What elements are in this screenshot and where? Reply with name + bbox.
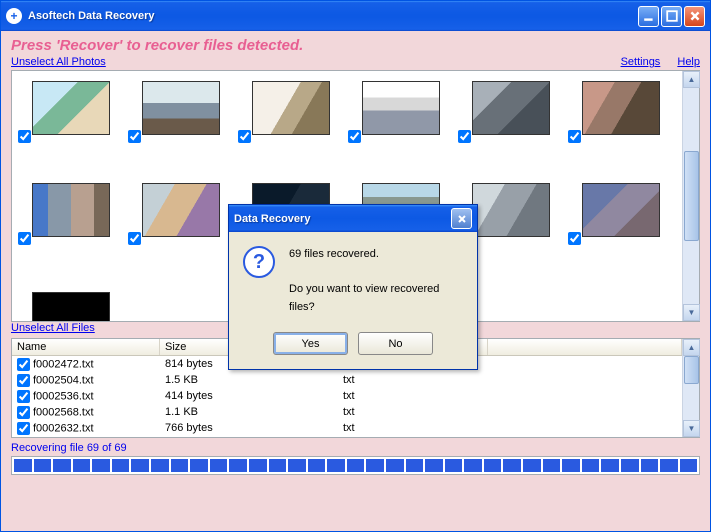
file-checkbox[interactable] <box>17 374 30 387</box>
status-text: Recovering file 69 of 69 <box>11 442 700 454</box>
thumbnail-image <box>142 81 220 135</box>
file-name: f0002568.txt <box>33 406 94 418</box>
dialog-line1: 69 files recovered. <box>289 246 463 264</box>
question-icon: ? <box>243 246 275 278</box>
file-size: 766 bytes <box>162 422 340 434</box>
file-name: f0002472.txt <box>33 358 94 370</box>
photo-item[interactable] <box>568 183 674 253</box>
file-name: f0002536.txt <box>33 390 94 402</box>
file-ext: txt <box>340 390 490 402</box>
photo-item[interactable] <box>348 81 454 151</box>
minimize-button[interactable] <box>638 6 659 27</box>
thumbnail-image <box>32 183 110 237</box>
instruction-text: Press 'Recover' to recover files detecte… <box>11 37 700 54</box>
photo-checkbox[interactable] <box>568 232 581 245</box>
maximize-button[interactable] <box>661 6 682 27</box>
file-size: 414 bytes <box>162 390 340 402</box>
dialog-message: 69 files recovered. Do you want to view … <box>289 246 463 316</box>
photo-checkbox[interactable] <box>568 130 581 143</box>
scroll-up-icon[interactable]: ▲ <box>683 339 700 356</box>
table-row[interactable]: f0002568.txt 1.1 KBtxt <box>12 404 682 420</box>
file-name: f0002504.txt <box>33 374 94 386</box>
photo-scrollbar[interactable]: ▲ ▼ <box>682 71 699 321</box>
table-row[interactable]: f0002632.txt 766 bytestxt <box>12 420 682 436</box>
thumbnail-image <box>32 292 110 321</box>
photo-checkbox[interactable] <box>128 232 141 245</box>
photo-item[interactable] <box>568 81 674 151</box>
no-button[interactable]: No <box>358 332 433 355</box>
content-area: Press 'Recover' to recover files detecte… <box>1 31 710 531</box>
scroll-down-icon[interactable]: ▼ <box>683 304 700 321</box>
file-checkbox[interactable] <box>17 422 30 435</box>
photo-checkbox[interactable] <box>18 232 31 245</box>
dialog-line2: Do you want to view recovered files? <box>289 281 463 316</box>
thumbnail-image <box>252 81 330 135</box>
thumbnail-image <box>582 183 660 237</box>
confirmation-dialog: Data Recovery ? 69 files recovered. Do y… <box>228 204 478 370</box>
file-checkbox[interactable] <box>17 390 30 403</box>
file-checkbox[interactable] <box>17 358 30 371</box>
photo-checkbox[interactable] <box>18 130 31 143</box>
dialog-titlebar[interactable]: Data Recovery <box>229 205 477 232</box>
photo-item[interactable] <box>18 183 124 253</box>
dialog-buttons: Yes No <box>229 326 477 369</box>
progress-bar <box>11 456 700 475</box>
file-name: f0002632.txt <box>33 422 94 434</box>
table-row[interactable]: f0002536.txt 414 bytestxt <box>12 388 682 404</box>
thumbnail-image <box>472 183 550 237</box>
thumbnail-image <box>362 81 440 135</box>
photo-checkbox[interactable] <box>348 130 361 143</box>
scrollbar-thumb[interactable] <box>684 356 699 384</box>
thumbnail-image <box>32 81 110 135</box>
photo-item[interactable] <box>238 81 344 151</box>
file-ext: txt <box>340 374 490 386</box>
file-ext: txt <box>340 406 490 418</box>
scroll-down-icon[interactable]: ▼ <box>683 420 700 437</box>
table-row[interactable]: f0002504.txt 1.5 KBtxt <box>12 372 682 388</box>
file-ext: txt <box>340 422 490 434</box>
photo-item[interactable] <box>128 81 234 151</box>
help-link[interactable]: Help <box>677 56 700 68</box>
unselect-files-link[interactable]: Unselect All Files <box>11 322 95 334</box>
photo-item[interactable] <box>18 285 124 321</box>
unselect-photos-link[interactable]: Unselect All Photos <box>11 56 106 68</box>
header-name[interactable]: Name <box>12 339 160 355</box>
header-spacer <box>488 339 682 355</box>
dialog-title: Data Recovery <box>234 213 451 225</box>
photo-checkbox[interactable] <box>458 130 471 143</box>
photo-link-row: Unselect All Photos Settings Help <box>11 56 700 68</box>
dialog-close-button[interactable] <box>451 208 472 229</box>
file-scrollbar[interactable]: ▲ ▼ <box>682 339 699 437</box>
file-checkbox[interactable] <box>17 406 30 419</box>
thumbnail-image <box>472 81 550 135</box>
photo-checkbox[interactable] <box>238 130 251 143</box>
titlebar[interactable]: + Asoftech Data Recovery <box>1 1 710 31</box>
settings-link[interactable]: Settings <box>621 56 661 68</box>
app-icon: + <box>6 8 22 24</box>
photo-checkbox[interactable] <box>128 130 141 143</box>
file-size: 1.1 KB <box>162 406 340 418</box>
main-window: + Asoftech Data Recovery Press 'Recover'… <box>0 0 711 532</box>
photo-item[interactable] <box>18 81 124 151</box>
dialog-body: ? 69 files recovered. Do you want to vie… <box>229 232 477 326</box>
scroll-up-icon[interactable]: ▲ <box>683 71 700 88</box>
photo-item[interactable] <box>458 81 564 151</box>
thumbnail-image <box>142 183 220 237</box>
window-title: Asoftech Data Recovery <box>28 10 636 22</box>
close-button[interactable] <box>684 6 705 27</box>
photo-item[interactable] <box>128 183 234 253</box>
scrollbar-thumb[interactable] <box>684 151 699 241</box>
file-size: 1.5 KB <box>162 374 340 386</box>
yes-button[interactable]: Yes <box>273 332 348 355</box>
thumbnail-image <box>582 81 660 135</box>
